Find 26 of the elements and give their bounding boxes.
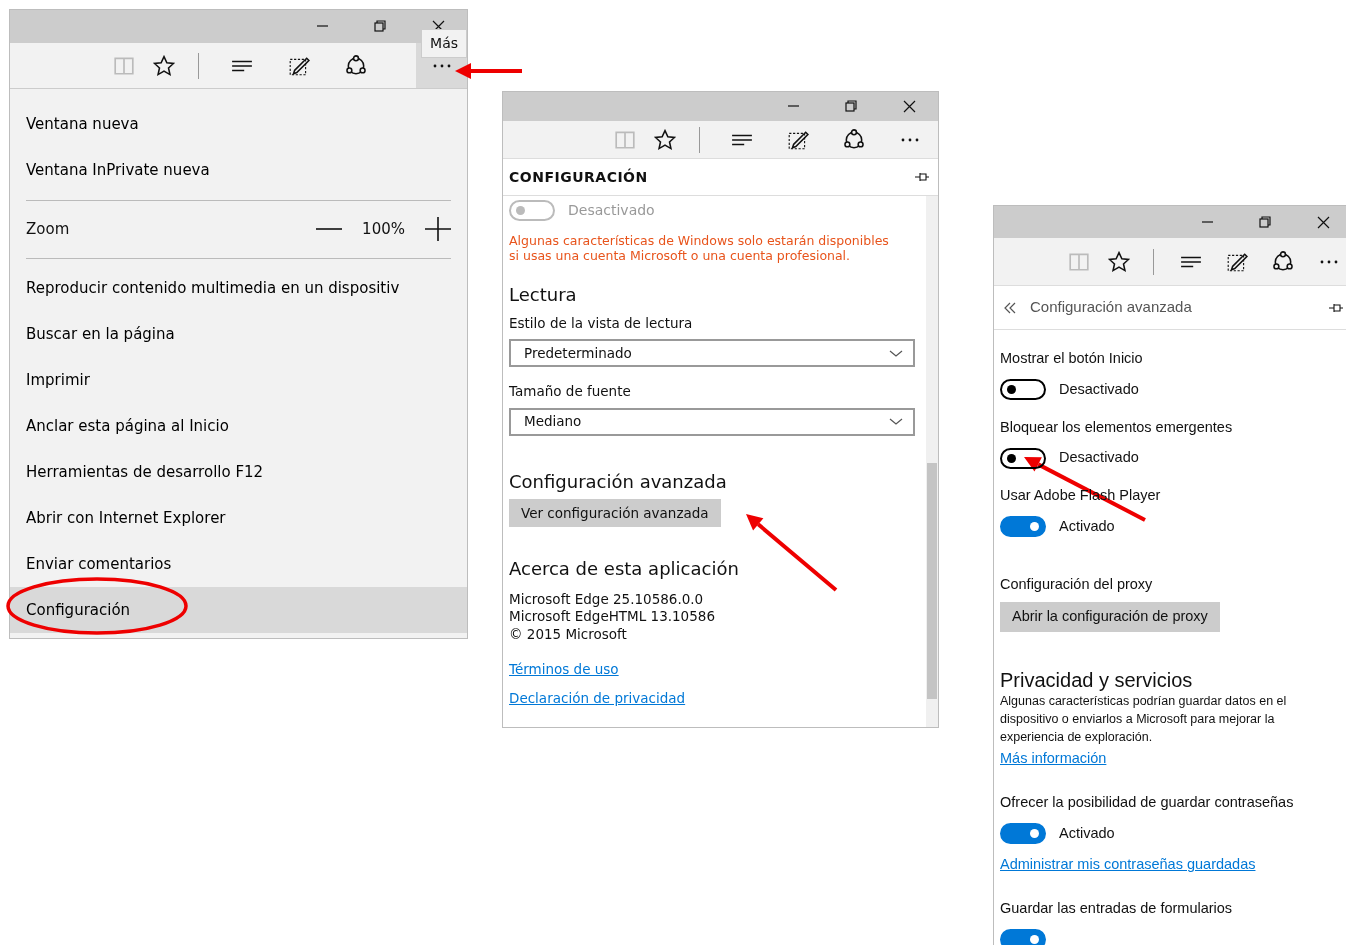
- section-heading: Privacidad y servicios: [1000, 668, 1194, 692]
- panel-title: CONFIGURACIÓN: [509, 167, 648, 187]
- section-heading: Configuración avanzada: [509, 469, 728, 494]
- section-heading: Acerca de esta aplicación: [509, 556, 740, 581]
- toggle-label: Desactivado: [1059, 448, 1139, 468]
- toggle-label: Activado: [1059, 823, 1115, 843]
- setting-label: Tamaño de fuente: [509, 382, 632, 402]
- setting-label: Mostrar el botón Inicio: [1000, 349, 1144, 368]
- info-text: © 2015 Microsoft: [509, 625, 628, 644]
- toggle-label: Desactivado: [1059, 379, 1139, 399]
- info-text: Microsoft Edge 25.10586.0.0: [509, 590, 705, 609]
- zoom-value: 100%: [362, 218, 405, 240]
- setting-label: Configuración del proxy: [1000, 574, 1154, 594]
- setting-label: Guardar las entradas de formularios: [1000, 899, 1234, 918]
- toggle-label: Desactivado: [568, 201, 655, 220]
- tooltip: Más: [421, 29, 467, 58]
- zoom-label: Zoom: [26, 218, 70, 240]
- toggle-label: Activado: [1059, 516, 1115, 536]
- setting-label: Estilo de la vista de lectura: [509, 314, 694, 333]
- setting-label: Ofrecer la posibilidad de guardar contraseñas: [1000, 792, 1295, 812]
- warning-text: Algunas características de Windows solo estarán disponibles si usas una cuenta Microsoft o una cuenta profesional.: [509, 233, 890, 263]
- description-text: Algunas características podrían guardar datos en el dispositivo o enviarlos a Microsoft para mejorar la experiencia de exploración.: [1000, 693, 1288, 746]
- panel-title: Configuración avanzada: [1030, 297, 1192, 318]
- setting-label: Bloquear los elementos emergentes: [1000, 417, 1234, 437]
- section-heading: Lectura: [509, 283, 578, 307]
- info-text: Microsoft EdgeHTML 13.10586: [509, 608, 716, 626]
